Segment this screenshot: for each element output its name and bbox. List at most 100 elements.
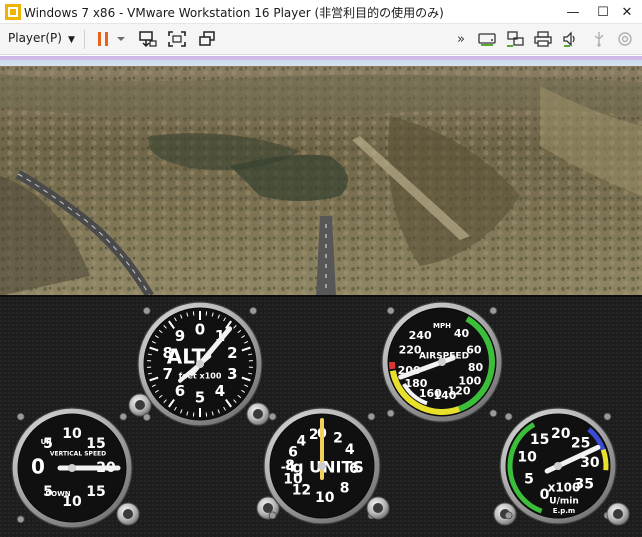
airspeed-unit: MPH xyxy=(433,322,451,330)
chevron-down-icon: ▼ xyxy=(67,35,75,45)
mount-screw xyxy=(142,413,151,422)
tick-label: 15 xyxy=(530,432,549,448)
tick-label: 5 xyxy=(524,472,534,488)
tachometer-range-arc xyxy=(600,448,609,471)
tachometer-unit: U/min xyxy=(549,497,578,507)
hard-disk-icon xyxy=(478,33,496,46)
network-button[interactable] xyxy=(504,29,526,49)
mount-screw xyxy=(603,412,612,421)
tick-label: 240 xyxy=(409,329,432,342)
tick-label: 0 xyxy=(31,455,45,479)
tick-label: 25 xyxy=(571,435,590,451)
tick-label: 10 xyxy=(315,490,335,506)
tick-label: 20 xyxy=(551,426,571,442)
needle-hub xyxy=(68,464,76,472)
network-icon xyxy=(507,31,524,47)
player-menu-label: Player(P) xyxy=(8,31,62,45)
mount-screw xyxy=(16,412,25,421)
pause-icon xyxy=(98,32,108,46)
tachometer-sub-unit: E.p.m xyxy=(553,507,575,515)
tick-label: 0 xyxy=(195,321,205,339)
adjust-knob xyxy=(116,502,140,526)
mount-screw xyxy=(367,412,376,421)
fit-guest-button[interactable] xyxy=(166,29,188,49)
mount-screw xyxy=(386,306,395,315)
mount-screw xyxy=(16,515,25,524)
needle-hub xyxy=(196,360,204,368)
send-ctrl-alt-del-button[interactable] xyxy=(137,29,159,49)
mount-screw xyxy=(268,511,277,520)
usb-button[interactable] xyxy=(588,29,610,49)
hard-disk-button[interactable] xyxy=(476,29,498,49)
tick-label: 8 xyxy=(340,481,350,497)
printer-button[interactable] xyxy=(532,29,554,49)
mount-screw xyxy=(504,511,513,520)
tick-label: 2 xyxy=(309,427,319,443)
minimize-icon: — xyxy=(566,4,580,20)
adjust-knob xyxy=(246,402,270,426)
unity-icon xyxy=(199,31,215,46)
tick-label: 3 xyxy=(227,365,237,383)
expand-icon: » xyxy=(457,31,465,47)
g-meter-gauge: 024681012108642-4g UNITS xyxy=(263,407,381,525)
tick-label: 6 xyxy=(175,382,185,400)
guest-screen[interactable]: 0 1 2 3 4 5 6 7 8 9 ALT feet x100 40 60 80 100 120 140 160… xyxy=(0,56,642,537)
tick-label: 2 xyxy=(227,344,237,362)
fit-guest-icon xyxy=(168,31,186,47)
unity-button[interactable] xyxy=(196,29,218,49)
vmware-logo-icon xyxy=(5,4,21,20)
expand-toolbar-button[interactable]: » xyxy=(450,29,472,49)
tick-label: 2 xyxy=(333,430,343,446)
tick-label: 4 xyxy=(345,442,355,458)
flight-sim-scene[interactable]: 0 123456789ALTfeet x100406080100120140160… xyxy=(0,56,642,537)
altimeter-gauge: 0 123456789ALTfeet x100 xyxy=(137,301,263,427)
needle-hub xyxy=(554,462,562,470)
mount-screw xyxy=(504,412,513,421)
tachometer-label: x100 xyxy=(548,481,581,495)
vertical-speed-gauge: 0510152015105VERTICAL SPEEDUPDOWN xyxy=(11,407,133,529)
close-button[interactable]: ✕ xyxy=(612,0,642,24)
mount-screw xyxy=(119,412,128,421)
camera-button[interactable] xyxy=(614,29,636,49)
mount-screw xyxy=(268,412,277,421)
vm-toolbar: Player(P) ▼ » xyxy=(0,24,642,55)
tick-label: 30 xyxy=(580,455,600,471)
vertical-speed-label: VERTICAL SPEED xyxy=(50,451,106,458)
adjust-knob xyxy=(366,496,390,520)
sound-button[interactable] xyxy=(560,29,582,49)
tick-label: 4 xyxy=(297,433,307,449)
mount-screw xyxy=(386,409,395,418)
tick-label: 9 xyxy=(175,327,185,345)
maximize-icon: ☐ xyxy=(597,4,609,20)
adjust-knob xyxy=(606,502,630,526)
usb-icon xyxy=(594,32,604,47)
window-title: Windows 7 x86 - VMware Workstation 16 Pl… xyxy=(24,6,444,20)
player-menu[interactable]: Player(P) ▼ xyxy=(8,31,75,45)
tick-label: 10 xyxy=(517,450,537,466)
camera-icon xyxy=(618,32,632,46)
tick-label: 10 xyxy=(62,426,82,442)
needle-hub xyxy=(318,462,326,470)
horizon-glitch xyxy=(0,56,642,60)
pause-button[interactable] xyxy=(92,29,114,49)
printer-icon xyxy=(534,31,552,47)
tachometer-gauge: 051015 20253035x100U/minE.p.m xyxy=(499,407,617,525)
pause-dropdown-button[interactable] xyxy=(114,29,128,49)
tick-label: 40 xyxy=(454,327,470,340)
vertical-speed-down: DOWN xyxy=(45,490,70,498)
g-meter-label: g UNITS xyxy=(292,458,364,477)
title-bar: Windows 7 x86 - VMware Workstation 16 Pl… xyxy=(0,0,642,24)
toolbar-divider xyxy=(84,30,85,49)
tick-label: 15 xyxy=(86,484,105,500)
mount-screw xyxy=(489,409,498,418)
vertical-speed-up: UP xyxy=(41,438,52,446)
mount-screw xyxy=(489,306,498,315)
mount-screw xyxy=(249,306,258,315)
tick-label: 4 xyxy=(215,382,225,400)
sound-icon xyxy=(563,31,575,47)
needle-hub xyxy=(438,358,446,366)
tick-label: 180 xyxy=(404,377,427,390)
tick-label: 5 xyxy=(195,389,205,407)
minimize-button[interactable]: — xyxy=(558,0,588,24)
send-ctrl-alt-del-icon xyxy=(139,31,157,48)
